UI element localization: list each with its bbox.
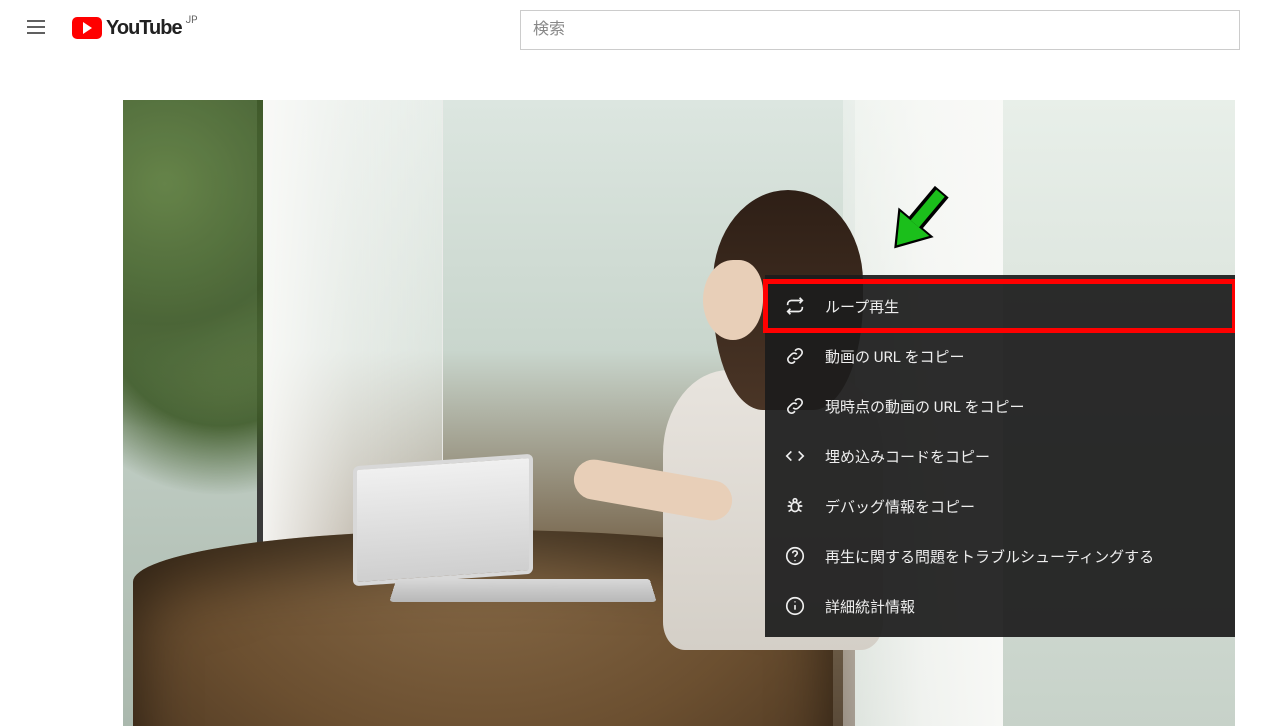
loop-icon	[783, 294, 807, 318]
logo-text: YouTube	[106, 17, 182, 40]
bug-icon	[783, 494, 807, 518]
menu-label: デバッグ情報をコピー	[825, 496, 1217, 517]
search-input[interactable]	[520, 10, 1240, 50]
menu-item-copy-url-at-time[interactable]: 現時点の動画の URL をコピー	[765, 381, 1235, 431]
menu-item-troubleshoot[interactable]: 再生に関する問題をトラブルシューティングする	[765, 531, 1235, 581]
video-player[interactable]: ループ再生 動画の URL をコピー 現時点の動画の URL をコピー 埋め込み…	[123, 100, 1235, 726]
header: YouTube JP	[0, 0, 1266, 56]
search-container	[520, 10, 1240, 50]
menu-label: 動画の URL をコピー	[825, 346, 1217, 367]
menu-item-loop[interactable]: ループ再生	[765, 281, 1235, 331]
menu-item-copy-embed[interactable]: 埋め込みコードをコピー	[765, 431, 1235, 481]
youtube-play-icon	[72, 17, 102, 39]
menu-item-stats[interactable]: 詳細統計情報	[765, 581, 1235, 631]
hamburger-icon	[24, 15, 48, 42]
youtube-logo[interactable]: YouTube JP	[72, 17, 197, 40]
menu-label: 埋め込みコードをコピー	[825, 446, 1217, 467]
info-icon	[783, 594, 807, 618]
menu-item-copy-debug[interactable]: デバッグ情報をコピー	[765, 481, 1235, 531]
hamburger-menu-button[interactable]	[16, 8, 56, 48]
link-icon	[783, 394, 807, 418]
logo-region: JP	[186, 15, 198, 26]
menu-item-copy-url[interactable]: 動画の URL をコピー	[765, 331, 1235, 381]
link-icon	[783, 344, 807, 368]
embed-icon	[783, 444, 807, 468]
menu-label: 詳細統計情報	[825, 596, 1217, 617]
video-context-menu: ループ再生 動画の URL をコピー 現時点の動画の URL をコピー 埋め込み…	[765, 275, 1235, 637]
menu-label: 再生に関する問題をトラブルシューティングする	[825, 546, 1217, 567]
menu-label: ループ再生	[825, 296, 1217, 317]
menu-label: 現時点の動画の URL をコピー	[825, 396, 1217, 417]
help-icon	[783, 544, 807, 568]
